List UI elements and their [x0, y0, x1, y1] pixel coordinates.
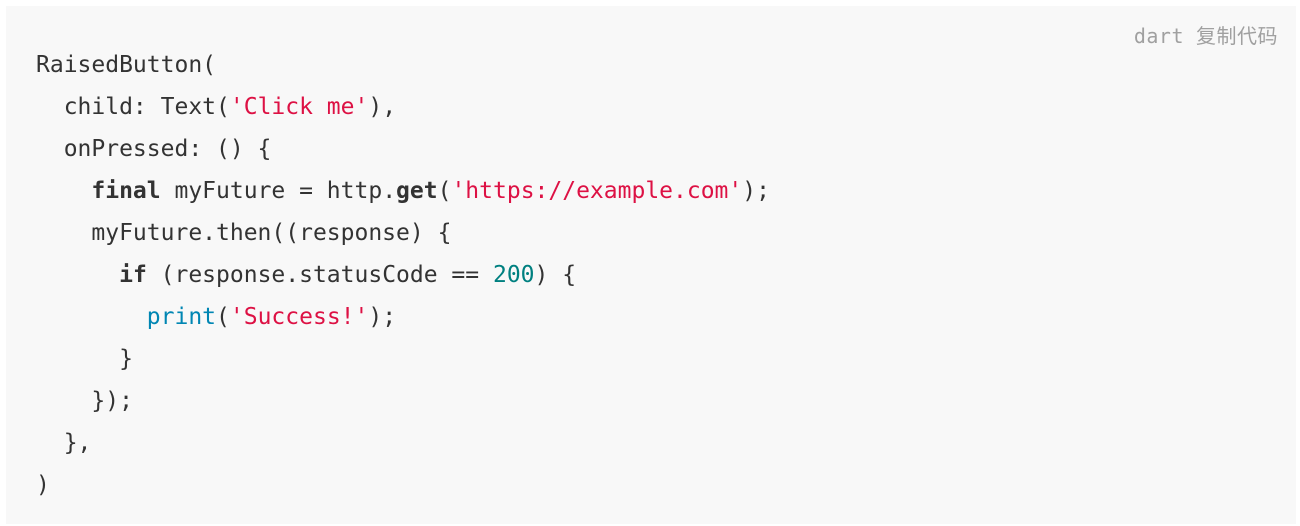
code-line: }, — [36, 422, 770, 464]
code-token: ( — [216, 304, 230, 330]
code-token: } — [36, 346, 133, 372]
code-token: 'https://example.com' — [451, 178, 743, 204]
code-token: ( — [437, 178, 452, 204]
code-line: onPressed: () { — [36, 128, 770, 170]
code-token: print — [146, 304, 217, 330]
code-token: ), — [368, 94, 397, 120]
code-token: (response.statusCode == — [146, 262, 493, 288]
code-line: }); — [36, 380, 770, 422]
code-line: child: Text('Click me'), — [36, 86, 770, 128]
code-token: onPressed: () { — [36, 136, 272, 162]
code-token: myFuture = http. — [160, 178, 397, 204]
code-token: ) { — [534, 262, 577, 288]
code-header: dart 复制代码 — [1134, 20, 1278, 49]
code-lines: RaisedButton( child: Text('Click me'), o… — [36, 44, 770, 506]
code-token: get — [396, 178, 438, 204]
code-token: ); — [742, 178, 770, 204]
code-token: myFuture.then((response) { — [36, 220, 452, 246]
code-token: }, — [36, 430, 92, 456]
code-token: child: Text( — [36, 94, 230, 120]
code-line: RaisedButton( — [36, 44, 770, 86]
code-line: final myFuture = http.get('https://examp… — [36, 170, 770, 212]
code-token: RaisedButton( — [36, 52, 217, 78]
code-token: ); — [368, 304, 397, 330]
code-block: dart 复制代码 RaisedButton( child: Text('Clic… — [6, 6, 1296, 524]
code-token: }); — [36, 388, 133, 414]
code-content: RaisedButton( child: Text('Click me'), o… — [36, 44, 770, 506]
code-token: 'Success!' — [229, 304, 369, 330]
code-token: final — [91, 178, 161, 204]
code-line: print('Success!'); — [36, 296, 770, 338]
code-line: ) — [36, 464, 770, 506]
code-line: myFuture.then((response) { — [36, 212, 770, 254]
copy-code-button[interactable]: 复制代码 — [1196, 24, 1278, 48]
code-token: 'Click me' — [229, 94, 369, 120]
code-token: if — [119, 262, 147, 288]
code-line: if (response.statusCode == 200) { — [36, 254, 770, 296]
code-token: ) — [36, 472, 50, 498]
code-token: 200 — [492, 262, 535, 288]
language-label: dart — [1133, 24, 1184, 48]
code-line: } — [36, 338, 770, 380]
